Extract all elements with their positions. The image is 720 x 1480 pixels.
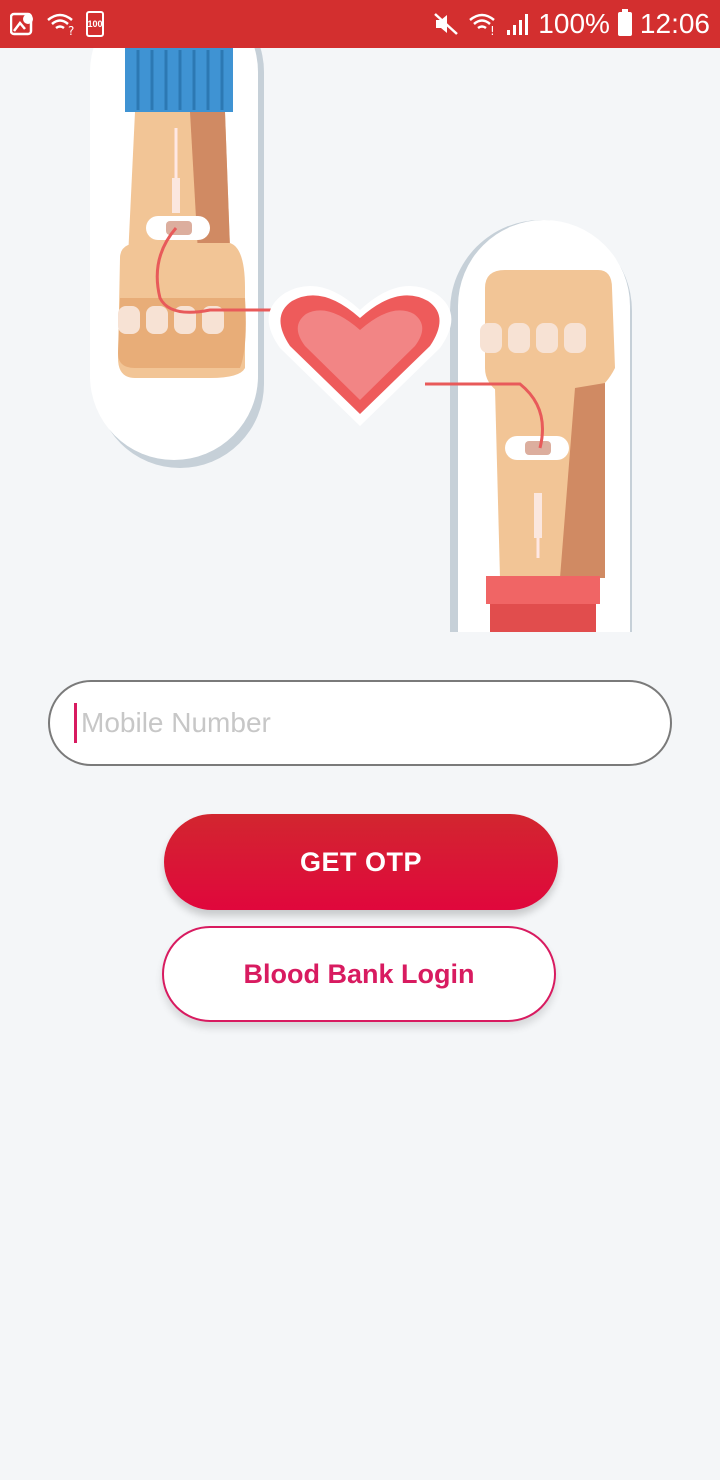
battery-percent: 100% (538, 8, 610, 39)
mobile-number-field[interactable] (48, 680, 672, 766)
text-cursor (74, 703, 77, 743)
blood-bank-login-button[interactable]: Blood Bank Login (162, 926, 556, 1022)
battery-saver-icon: 100 (86, 11, 104, 37)
blood-donation-illustration (80, 0, 640, 740)
mobile-number-input[interactable] (79, 692, 670, 754)
svg-text:?: ? (68, 24, 74, 36)
wifi-icon: ! (468, 12, 498, 36)
gallery-icon (10, 11, 36, 37)
clock: 12:06 (639, 8, 710, 39)
mute-icon (432, 11, 460, 37)
signal-icon (506, 12, 530, 36)
battery-icon (617, 9, 632, 36)
status-bar: ? 100 ! 100% 12:06 (0, 0, 720, 48)
wifi-question-icon: ? (46, 12, 76, 36)
svg-text:!: ! (490, 24, 495, 36)
get-otp-button[interactable]: GET OTP (164, 814, 558, 910)
